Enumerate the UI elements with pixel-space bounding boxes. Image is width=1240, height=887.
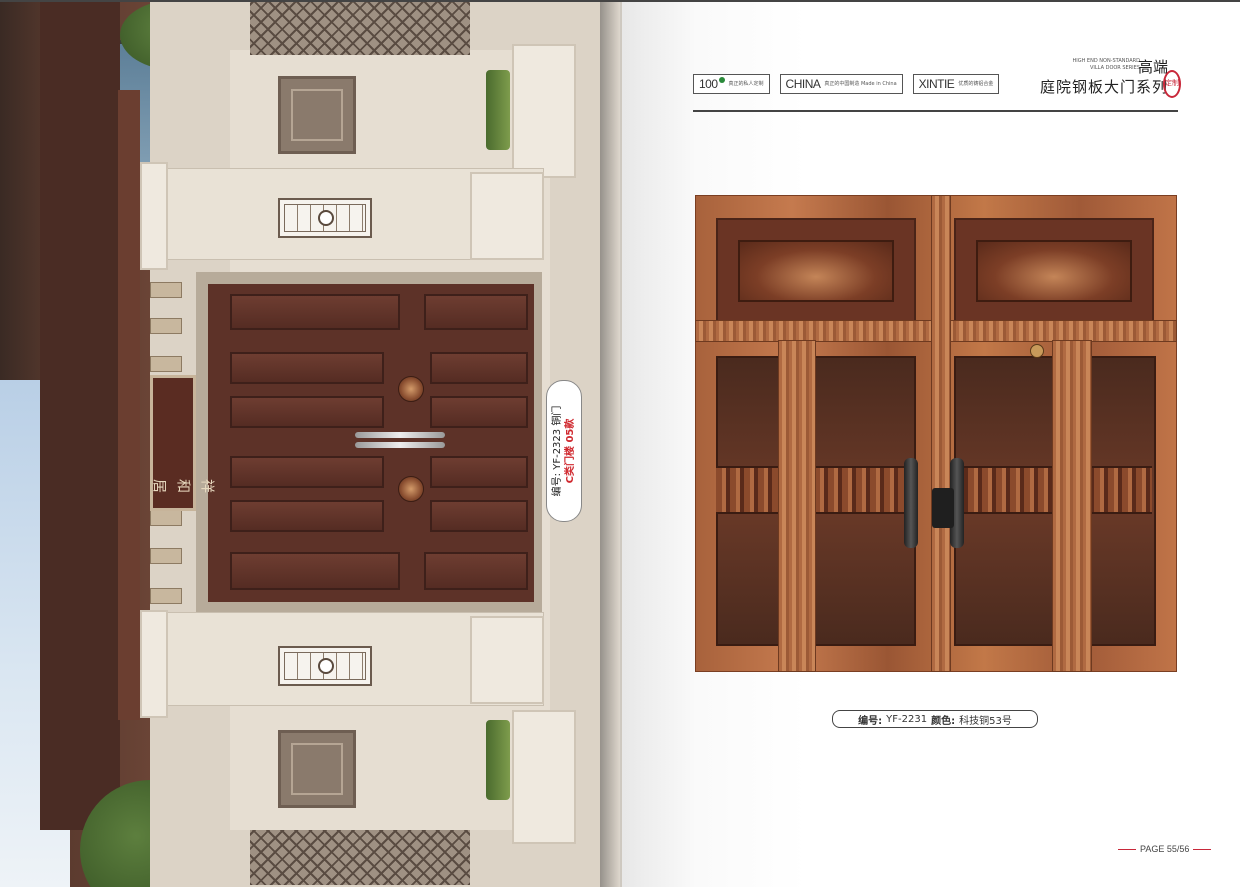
badge-xintie: XINTIE 优质的铸铝合金 (912, 74, 1000, 94)
post-cap (512, 710, 576, 844)
product-code-text: 编号: YF-2323 铜门 (552, 405, 563, 497)
page-number-text: PAGE 55/56 (1140, 844, 1190, 854)
door-handle (355, 432, 445, 438)
series-high-end: 高端 (1137, 58, 1168, 76)
roof-band (40, 0, 120, 830)
dragon-relief (738, 240, 894, 302)
sign-bracket (150, 588, 182, 604)
door-panel (230, 396, 384, 428)
left-page-photo: 祥和居 编号: YF-2323 铜门 C类门楼 05款 (0, 0, 622, 887)
door-rosette (398, 376, 424, 402)
gate-knob (1030, 344, 1044, 358)
catalog-spread: 祥和居 编号: YF-2323 铜门 C类门楼 05款 100 真正的私人定制 … (0, 0, 1240, 887)
gate-center-stile (931, 195, 951, 672)
door-panel (230, 352, 384, 384)
caption-color-label: 颜色: (931, 715, 956, 727)
caption-color-value: 科技铜53号 (959, 715, 1012, 727)
door-panel (430, 396, 528, 428)
gate-name-sign: 祥和居 (143, 375, 215, 511)
gate-name-text: 祥和居 (143, 477, 215, 493)
series-english-line2: VILLA DOOR SERIES (1090, 65, 1140, 71)
post-cap (512, 44, 576, 178)
page-number: PAGE 55/56 (1118, 844, 1212, 854)
pillar-base (140, 162, 168, 270)
door-panel (230, 552, 400, 590)
sign-bracket (150, 282, 182, 298)
pillar-cap (470, 616, 544, 704)
caption-code-value: YF-2231 (886, 713, 928, 725)
page-gutter-shadow (600, 0, 640, 887)
product-style-text: C类门楼 05款 (565, 418, 576, 484)
badge-100: 100 真正的私人定制 (693, 74, 770, 94)
series-english-line1: HIGH END NON-STANDARD (1072, 58, 1140, 64)
sign-bracket (150, 510, 182, 526)
sign-bracket (150, 548, 182, 564)
wall-plaque (278, 730, 356, 808)
header-rule (693, 110, 1178, 112)
door-panel (430, 500, 528, 532)
gate-stile (778, 340, 816, 672)
badge-china-text: CHINA (785, 77, 821, 91)
top-border (0, 0, 1240, 2)
page-number-rule (1193, 848, 1212, 850)
gate-handle (904, 458, 918, 548)
pillar-base (140, 610, 168, 718)
wall-lamp (278, 198, 372, 238)
gate-stile (1052, 340, 1092, 672)
door-panel (230, 456, 384, 488)
hedge (486, 70, 510, 150)
door-panel (430, 456, 528, 488)
dragon-relief (976, 240, 1132, 302)
badge-xintie-text: XINTIE (918, 77, 955, 91)
caption-code-label: 编号: (858, 715, 883, 727)
wall-lattice (250, 830, 470, 885)
red-seal-icon: 定制 (1163, 70, 1181, 98)
door-panel (230, 500, 384, 532)
green-dot-icon (718, 77, 725, 83)
page-number-rule (1118, 848, 1136, 850)
product-label-pill: 编号: YF-2323 铜门 C类门楼 05款 (546, 380, 582, 522)
badge-china: CHINA 真正的中国制造 Made in China (779, 74, 903, 94)
door-panel (424, 294, 528, 330)
door-panel (424, 552, 528, 590)
door-rosette (398, 476, 424, 502)
badge-china-subtext: 真正的中国制造 Made in China (824, 81, 897, 87)
wall-lattice (250, 0, 470, 55)
brand-badges: 100 真正的私人定制 CHINA 真正的中国制造 Made in China … (693, 74, 1000, 94)
badge-xintie-subtext: 优质的铸铝合金 (958, 81, 994, 87)
series-english: HIGH END NON-STANDARD VILLA DOOR SERIES (1030, 58, 1140, 72)
series-title: 庭院钢板大门系列 (1039, 78, 1168, 96)
badge-100-subtext: 真正的私人定制 (728, 81, 764, 87)
roof-edge (118, 90, 140, 720)
badge-100-text: 100 (699, 77, 718, 91)
pillar-cap (470, 172, 544, 260)
wall-plaque (278, 76, 356, 154)
hedge (486, 720, 510, 800)
wall-lamp (278, 646, 372, 686)
gate-lock (932, 488, 954, 528)
door-handle (355, 442, 445, 448)
product-caption: 编号: YF-2231 颜色: 科技铜53号 (832, 710, 1038, 728)
sign-bracket (150, 318, 182, 334)
sign-bracket (150, 356, 182, 372)
door-panel (230, 294, 400, 330)
door-panel (430, 352, 528, 384)
